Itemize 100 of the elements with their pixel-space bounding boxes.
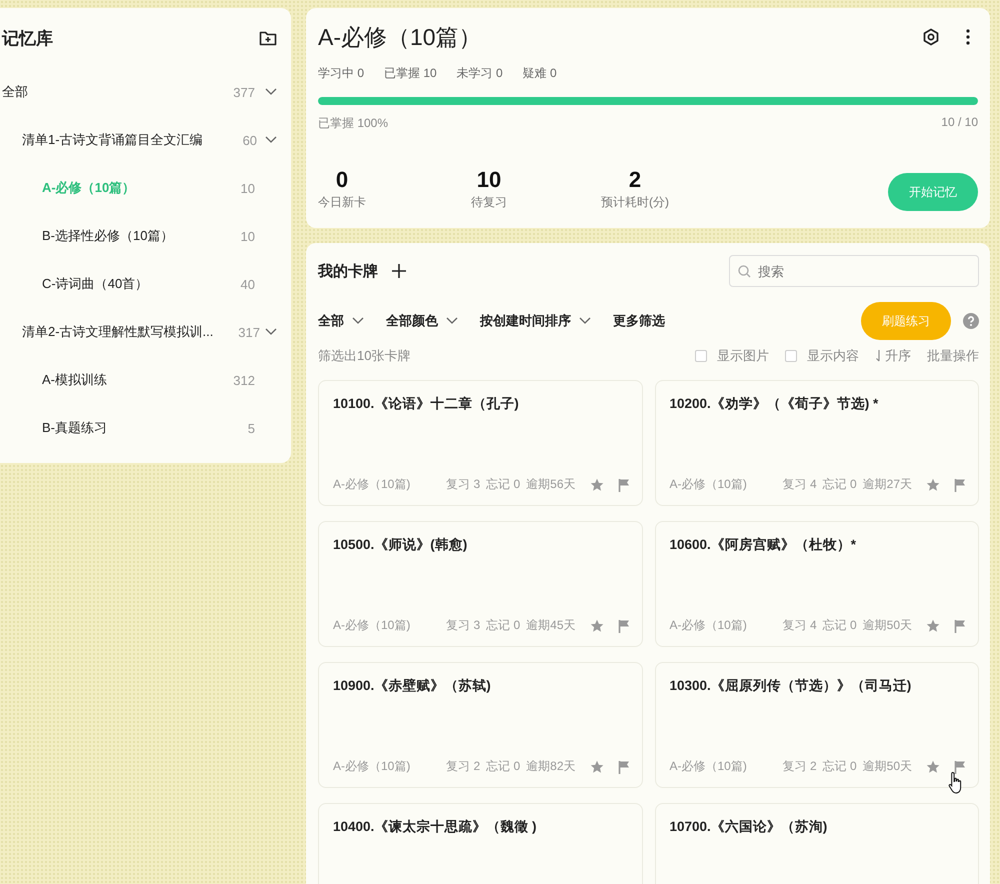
card-title: 10900.《赤壁赋》（苏轼)	[333, 677, 492, 695]
card-deck: A-必修（10篇)	[670, 476, 747, 493]
card-stat: 忘记 0	[822, 476, 857, 493]
star-icon[interactable]	[590, 618, 604, 632]
stat-label: 学习中 0	[318, 65, 364, 82]
card-stat: 逾期82天	[526, 758, 576, 775]
result-count: 筛选出10张卡牌	[318, 347, 410, 365]
search-icon	[738, 265, 751, 278]
card-stat: 逾期56天	[526, 476, 576, 493]
metric-label: 今日新卡	[318, 194, 366, 211]
card-deck: A-必修（10篇)	[333, 617, 410, 634]
metric-value: 10	[476, 167, 502, 193]
card-deck: A-必修（10篇)	[670, 758, 747, 775]
card-stat: 复习 4	[782, 476, 817, 493]
card-stat: 忘记 0	[486, 617, 520, 634]
card-title: 10500.《师说》(韩愈)	[333, 536, 468, 554]
tree-item[interactable]: 清单2-古诗文理解性默写模拟训...	[22, 323, 214, 341]
deck-title: A-必修（10篇）	[318, 22, 482, 52]
tree-item[interactable]: B-选择性必修（10篇）	[42, 227, 195, 245]
metric-label: 待复习	[471, 194, 507, 211]
memory-card[interactable]: 10600.《阿房宫赋》（杜牧）* A-必修（10篇) 复习 4 忘记 0 逾期50天	[654, 521, 979, 647]
flag-icon[interactable]	[954, 760, 966, 774]
card-stat: 忘记 0	[822, 617, 857, 634]
card-title: 10600.《阿房宫赋》（杜牧）*	[670, 536, 858, 554]
memory-card[interactable]: 10400.《谏太宗十思疏》（魏徵 )	[318, 803, 642, 884]
item-count: 60	[242, 132, 258, 148]
star-icon[interactable]	[926, 760, 940, 774]
star-icon[interactable]	[926, 618, 940, 632]
flag-icon[interactable]	[954, 618, 966, 632]
card-stat: 忘记 0	[486, 758, 520, 775]
card-stat: 复习 3	[446, 617, 480, 634]
card-stat: 逾期27天	[862, 476, 912, 493]
item-count: 312	[232, 372, 255, 388]
stat-label: 未学习 0	[456, 65, 503, 82]
metric-value: 0	[336, 167, 348, 193]
card-title: 10200.《劝学》（《荀子》节选) *	[670, 395, 880, 413]
sidebar-title: 记忆库	[2, 28, 53, 50]
memory-card[interactable]: 10100.《论语》十二章（孔子) A-必修（10篇) 复习 3 忘记 0 逾期56天	[318, 380, 642, 506]
sort-button[interactable]: 升序	[875, 347, 911, 365]
card-stat: 忘记 0	[822, 758, 857, 775]
chevron-down-icon[interactable]	[579, 317, 591, 325]
more-icon[interactable]	[966, 29, 970, 45]
card-title: 10400.《谏太宗十思疏》（魏徵 )	[333, 818, 538, 836]
memory-card[interactable]: 10700.《六国论》（苏洵)	[654, 803, 979, 884]
star-icon[interactable]	[926, 478, 940, 492]
metric-label: 预计耗时(分)	[601, 194, 669, 211]
chevron-down-icon[interactable]	[265, 136, 277, 144]
card-stat: 复习 4	[782, 617, 817, 634]
tree-item[interactable]: A-模拟训练	[42, 371, 195, 389]
chevron-down-icon[interactable]	[352, 317, 364, 325]
progress-ratio: 10 / 10	[941, 115, 978, 131]
help-icon[interactable]	[963, 313, 979, 329]
add-folder-icon[interactable]	[259, 30, 277, 46]
flag-icon[interactable]	[618, 760, 630, 774]
panel-title: 我的卡牌	[318, 262, 378, 280]
card-title: 10300.《屈原列传（节选）》（司马迁)	[670, 677, 912, 695]
card-deck: A-必修（10篇)	[670, 617, 747, 634]
chevron-down-icon[interactable]	[265, 328, 277, 336]
star-icon[interactable]	[590, 760, 604, 774]
item-count: 10	[240, 228, 255, 244]
tree-item[interactable]: B-真题练习	[42, 419, 195, 437]
card-stat: 忘记 0	[486, 476, 520, 493]
chevron-down-icon[interactable]	[446, 317, 458, 325]
filter-dropdown[interactable]: 按创建时间排序	[480, 312, 591, 330]
card-stat: 复习 3	[446, 476, 480, 493]
item-count: 40	[240, 276, 255, 292]
card-stat: 逾期50天	[862, 758, 912, 775]
progress-caption: 已掌握 100%	[318, 115, 388, 132]
stat-label: 已掌握 10	[384, 65, 437, 82]
tree-item[interactable]: C-诗词曲（40首）	[42, 275, 195, 293]
card-deck: A-必修（10篇)	[333, 476, 410, 493]
flag-icon[interactable]	[618, 478, 630, 492]
search-field[interactable]: 搜索	[729, 255, 979, 287]
filter-dropdown[interactable]: 全部颜色	[386, 312, 458, 330]
card-stat: 复习 2	[782, 758, 817, 775]
memory-card[interactable]: 10500.《师说》(韩愈) A-必修（10篇) 复习 3 忘记 0 逾期45天	[318, 521, 642, 647]
card-deck: A-必修（10篇)	[333, 758, 410, 775]
add-icon[interactable]	[392, 264, 406, 278]
card-stat: 逾期45天	[526, 617, 576, 634]
card-title: 10700.《六国论》（苏洵)	[670, 818, 828, 836]
card-stat: 复习 2	[446, 758, 480, 775]
filter-link[interactable]: 更多筛选	[613, 312, 665, 330]
flag-icon[interactable]	[618, 618, 630, 632]
card-stat: 逾期50天	[862, 617, 912, 634]
card-title: 10100.《论语》十二章（孔子)	[333, 395, 520, 413]
filter-dropdown[interactable]: 全部	[318, 312, 364, 330]
chevron-down-icon[interactable]	[265, 88, 277, 96]
item-count: 317	[237, 324, 260, 340]
tree-item[interactable]: 清单1-古诗文背诵篇目全文汇编	[22, 131, 203, 149]
item-count: 10	[240, 180, 255, 196]
item-count: 5	[246, 420, 255, 436]
memory-card[interactable]: 10900.《赤壁赋》（苏轼) A-必修（10篇) 复习 2 忘记 0 逾期82天	[318, 662, 642, 788]
stat-label: 疑难 0	[522, 65, 557, 82]
item-count: 377	[232, 84, 255, 100]
flag-icon[interactable]	[954, 478, 966, 492]
star-icon[interactable]	[590, 478, 604, 492]
tree-item[interactable]: 全部	[2, 83, 195, 101]
metric-value: 2	[628, 167, 642, 193]
settings-icon[interactable]	[922, 28, 940, 46]
memory-card[interactable]: 10200.《劝学》（《荀子》节选) * A-必修（10篇) 复习 4 忘记 0 逾期27天	[654, 380, 979, 506]
